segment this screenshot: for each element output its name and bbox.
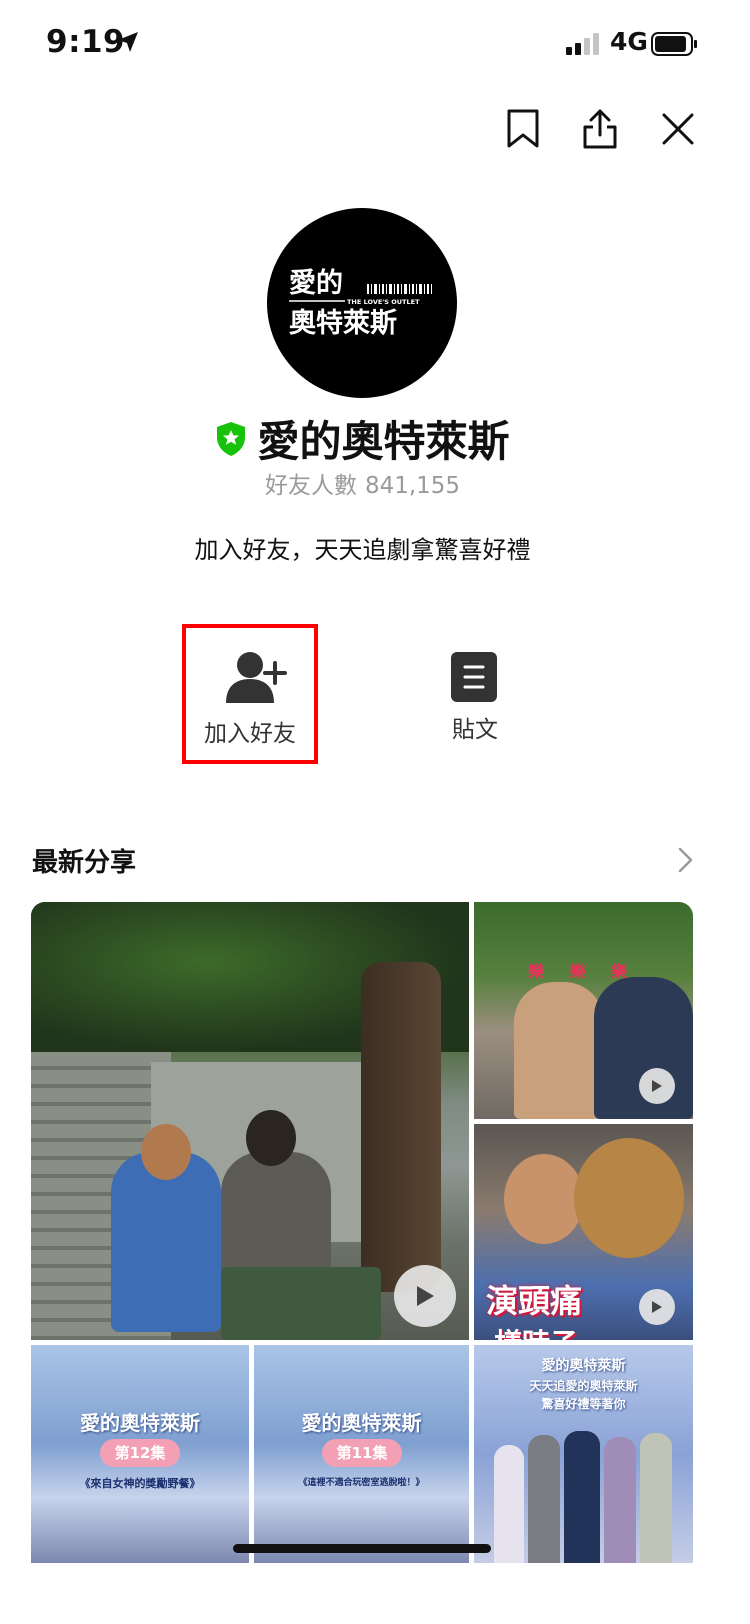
bookmark-button[interactable] xyxy=(498,104,548,154)
tile-logo: 愛的奧特萊斯 xyxy=(301,1411,422,1435)
tile-line2: 天天追愛的奧特萊斯 xyxy=(529,1379,638,1393)
profile-avatar[interactable]: 愛的 THE LOVE'S OUTLET 奧特萊斯 xyxy=(267,208,457,398)
friend-count-value: 841,155 xyxy=(364,473,461,499)
tile-logo: 愛的奧特萊斯 xyxy=(541,1358,626,1374)
tile-subtitle: 《這裡不適合玩密室逃脫啦！》 xyxy=(298,1478,425,1488)
cellular-signal-icon xyxy=(566,33,599,55)
profile-name: 愛的奧特萊斯 xyxy=(257,417,510,466)
location-arrow-icon xyxy=(118,32,138,52)
brand-logo: 愛的 THE LOVE'S OUTLET 奧特萊斯 xyxy=(289,267,432,339)
battery-icon xyxy=(651,32,697,56)
tile-episode: 第12集 xyxy=(100,1439,180,1467)
avatar-logo-line2: 奧特萊斯 xyxy=(289,308,397,339)
tile-subtitle: 《來自女神的獎勵野餐》 xyxy=(79,1477,201,1490)
avatar-logo-line1: 愛的 xyxy=(289,267,343,299)
add-friend-button[interactable]: 加入好友 xyxy=(182,624,318,764)
chevron-right-icon[interactable] xyxy=(674,846,696,874)
latest-post-video-3[interactable]: 演頭痛 樣時子 xyxy=(474,1124,693,1340)
friend-count-label: 好友人數 xyxy=(264,473,357,499)
latest-post-video-1[interactable] xyxy=(31,902,469,1340)
posts-label: 貼文 xyxy=(452,717,498,743)
status-time: 9:19 xyxy=(46,24,126,60)
avatar-logo-tagline: THE LOVE'S OUTLET xyxy=(347,298,420,306)
profile-description: 加入好友，天天追劇拿驚喜好禮 xyxy=(194,536,531,564)
share-icon xyxy=(583,109,617,149)
latest-post-image-2[interactable]: 愛的奧特萊斯 第11集 《這裡不適合玩密室逃脫啦！》 xyxy=(254,1345,469,1563)
tile-episode: 第11集 xyxy=(322,1439,402,1467)
latest-post-image-1[interactable]: 愛的奧特萊斯 第12集 《來自女神的獎勵野餐》 xyxy=(31,1345,249,1563)
tile-caption: 演頭痛 xyxy=(486,1282,583,1320)
friend-count: 好友人數 841,155 xyxy=(0,466,725,500)
posts-document-icon xyxy=(451,652,497,702)
play-icon xyxy=(639,1068,675,1104)
verified-shield-icon xyxy=(217,421,246,456)
tile-overlay-text: 樂 樂 樂 xyxy=(528,962,638,981)
latest-shares-title: 最新分享 xyxy=(32,848,137,878)
tile-line3: 驚喜好禮等著你 xyxy=(541,1397,626,1411)
latest-post-video-2[interactable]: 樂 樂 樂 xyxy=(474,902,693,1119)
play-icon xyxy=(394,1265,456,1327)
tile-caption-2: 樣時子 xyxy=(494,1322,578,1340)
play-icon xyxy=(639,1289,675,1325)
home-indicator[interactable] xyxy=(233,1544,491,1553)
add-person-icon xyxy=(226,652,287,703)
network-type: 4G xyxy=(610,27,648,56)
add-friend-label: 加入好友 xyxy=(204,721,296,747)
share-button[interactable] xyxy=(575,104,625,154)
bookmark-icon xyxy=(507,109,539,148)
profile-name-row: 愛的奧特萊斯 xyxy=(0,408,725,469)
tile-logo: 愛的奧特萊斯 xyxy=(80,1411,200,1435)
close-icon xyxy=(662,113,694,145)
latest-post-image-3[interactable]: 愛的奧特萊斯 天天追愛的奧特萊斯 驚喜好禮等著你 xyxy=(474,1345,693,1563)
posts-button[interactable]: 貼文 xyxy=(420,644,530,754)
close-button[interactable] xyxy=(653,104,703,154)
